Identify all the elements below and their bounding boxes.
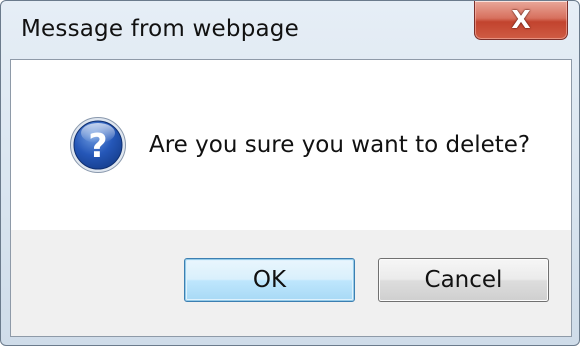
- dialog-title: Message from webpage: [21, 16, 299, 42]
- message-area: ? Are you sure you want to delete?: [11, 60, 571, 230]
- ok-button[interactable]: OK: [184, 258, 355, 302]
- cancel-button[interactable]: Cancel: [378, 258, 549, 302]
- svg-text:?: ?: [88, 126, 107, 165]
- close-icon: X: [511, 5, 531, 34]
- question-icon: ?: [70, 117, 126, 173]
- dialog-window: Message from webpage X ? Are you sure yo…: [0, 0, 580, 346]
- dialog-content: ? Are you sure you want to delete? OK Ca…: [10, 59, 572, 337]
- dialog-message: Are you sure you want to delete?: [149, 132, 531, 158]
- close-button[interactable]: X: [474, 1, 568, 40]
- title-bar[interactable]: Message from webpage X: [1, 1, 579, 59]
